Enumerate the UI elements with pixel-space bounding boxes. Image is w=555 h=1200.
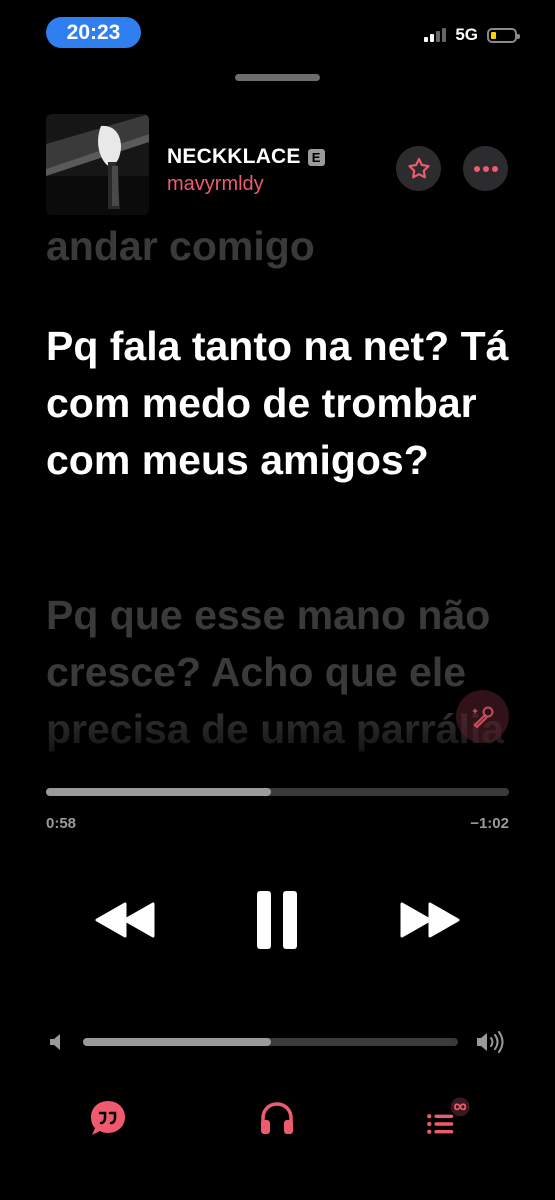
lyrics-quote-icon: [91, 1101, 125, 1135]
elapsed-time: 0:58: [46, 815, 77, 832]
pause-icon: [257, 891, 297, 949]
status-time: 20:23: [46, 17, 141, 48]
volume-fill: [83, 1038, 271, 1046]
progress-fill: [46, 788, 272, 796]
status-indicators: 5G: [424, 24, 520, 46]
favorite-button[interactable]: [396, 146, 441, 191]
song-title[interactable]: NECKKLACE: [167, 145, 301, 169]
sheet-grabber[interactable]: [235, 74, 320, 81]
volume-high-icon: [475, 1029, 507, 1060]
artist-name[interactable]: mavyrmldy: [167, 173, 264, 196]
lyrics-button[interactable]: [84, 1094, 132, 1142]
more-options-button[interactable]: [463, 146, 508, 191]
sing-button[interactable]: [456, 690, 509, 743]
pause-button[interactable]: [252, 888, 302, 952]
rewind-icon: [95, 902, 155, 938]
rewind-button[interactable]: [95, 895, 157, 945]
album-art[interactable]: [46, 114, 149, 215]
title-row: NECKKLACE E: [167, 145, 325, 169]
audio-output-button[interactable]: [253, 1094, 301, 1142]
queue-button[interactable]: [425, 1094, 473, 1142]
forward-button[interactable]: [398, 895, 460, 945]
headphones-icon: [261, 1102, 293, 1134]
cellular-signal-icon: [424, 28, 447, 42]
volume-slider[interactable]: [83, 1038, 458, 1046]
microphone-sparkle-icon: [471, 706, 493, 729]
volume-low-icon: [48, 1032, 66, 1057]
lyric-line-current[interactable]: Pq fala tanto na net? Tá com medo de tro…: [46, 318, 516, 489]
battery-icon: [487, 27, 520, 43]
network-type: 5G: [455, 25, 478, 44]
explicit-badge: E: [307, 148, 325, 166]
forward-icon: [400, 902, 460, 938]
ellipsis-icon: [473, 165, 498, 172]
lyric-line-previous[interactable]: andar comigo: [46, 218, 516, 275]
queue-infinity-icon: [427, 1097, 470, 1134]
remaining-time: −1:02: [470, 815, 509, 832]
progress-scrubber[interactable]: [46, 788, 509, 796]
star-icon: [407, 157, 430, 178]
